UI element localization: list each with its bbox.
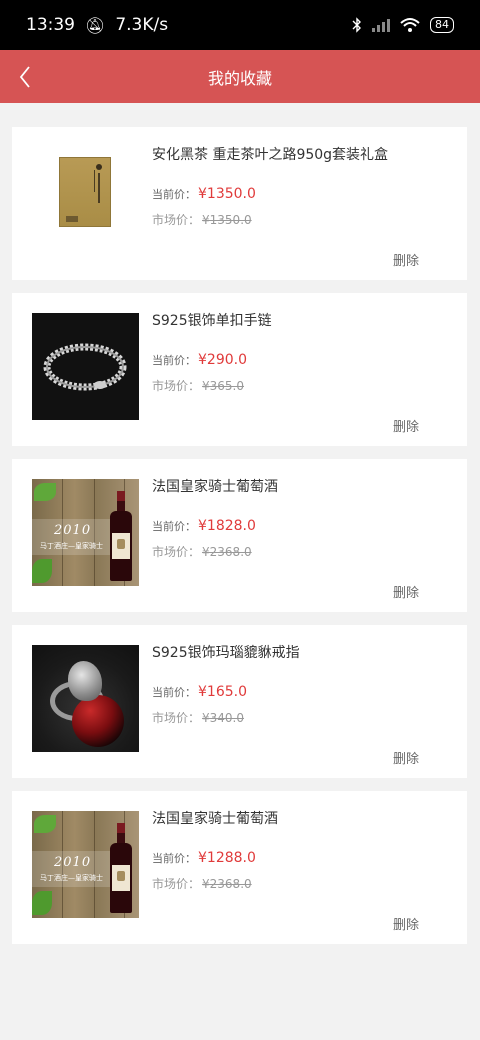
grape-leaf xyxy=(32,559,52,583)
delete-button[interactable]: 删除 xyxy=(393,914,419,933)
market-price-value: ¥2368.0 xyxy=(202,545,252,559)
chevron-left-icon xyxy=(19,65,30,88)
current-price-row: 当前价： ¥1828.0 xyxy=(152,518,256,534)
wine-bottle xyxy=(110,823,132,913)
product-image-ring[interactable] xyxy=(32,645,139,752)
grape-leaf xyxy=(34,815,56,833)
wifi-icon xyxy=(400,18,420,32)
product-image-wine[interactable]: 2010 马丁酒庄—皇家骑士 xyxy=(32,479,139,586)
wine-year-text: 2010 xyxy=(54,855,92,870)
delete-button[interactable]: 删除 xyxy=(393,748,419,767)
delete-button[interactable]: 删除 xyxy=(393,416,419,435)
favorite-item[interactable]: 安化黑茶 重走茶叶之路950g套装礼盒 当前价： ¥1350.0 市场价： ¥1… xyxy=(12,127,467,280)
current-price-value: ¥1350.0 xyxy=(198,186,256,202)
delete-button[interactable]: 删除 xyxy=(393,582,419,601)
back-button[interactable] xyxy=(10,60,40,93)
mute-bell-icon: 🔕︎ xyxy=(85,15,106,35)
favorite-item[interactable]: S925银饰玛瑙貔貅戒指 当前价： ¥165.0 市场价： ¥340.0 删除 xyxy=(12,625,467,778)
status-icons: 84 xyxy=(352,17,454,33)
bluetooth-icon xyxy=(352,17,361,33)
bottle-foil xyxy=(117,823,125,833)
market-price-label: 市场价： xyxy=(152,711,201,725)
battery-indicator: 84 xyxy=(430,17,454,33)
current-price-label: 当前价： xyxy=(152,686,196,699)
calligraphy-line xyxy=(94,170,95,192)
market-price-value: ¥2368.0 xyxy=(202,877,252,891)
wine-year-text: 2010 xyxy=(54,523,92,538)
wine-slogan-text: 马丁酒庄—皇家骑士 xyxy=(40,874,103,882)
market-price-value: ¥1350.0 xyxy=(202,213,252,227)
current-price-value: ¥165.0 xyxy=(198,684,247,700)
market-price-row: 市场价： ¥365.0 xyxy=(152,377,244,394)
market-price-value: ¥340.0 xyxy=(202,711,245,725)
signal-icon xyxy=(372,19,390,32)
delete-button[interactable]: 删除 xyxy=(393,250,419,269)
grape-leaf xyxy=(32,891,52,915)
market-price-label: 市场价： xyxy=(152,545,201,559)
page-title: 我的收藏 xyxy=(207,68,272,88)
seal-mark xyxy=(96,164,102,170)
box-label xyxy=(66,216,78,222)
market-price-row: 市场价： ¥2368.0 xyxy=(152,543,252,560)
favorite-item[interactable]: 2010 马丁酒庄—皇家骑士 法国皇家骑士葡萄酒 当前价： ¥1288.0 市场… xyxy=(12,791,467,944)
market-price-label: 市场价： xyxy=(152,379,201,393)
bottle-foil xyxy=(117,491,125,501)
wine-slogan-text: 马丁酒庄—皇家骑士 xyxy=(40,542,103,550)
current-price-value: ¥1828.0 xyxy=(198,518,256,534)
current-price-value: ¥290.0 xyxy=(198,352,247,368)
wine-bottle xyxy=(110,491,132,581)
current-price-label: 当前价： xyxy=(152,354,196,367)
market-price-row: 市场价： ¥2368.0 xyxy=(152,875,252,892)
current-price-row: 当前价： ¥1288.0 xyxy=(152,850,256,866)
current-price-row: 当前价： ¥165.0 xyxy=(152,684,247,700)
product-image-bracelet[interactable] xyxy=(32,313,139,420)
product-image-tea-box[interactable] xyxy=(32,147,139,254)
tea-box-graphic xyxy=(59,157,111,227)
nav-bar: 我的收藏 xyxy=(0,50,480,103)
current-price-value: ¥1288.0 xyxy=(198,850,256,866)
pixiu-figure xyxy=(68,661,102,701)
bottle-crest xyxy=(117,539,125,549)
product-name[interactable]: S925银饰单扣手链 xyxy=(152,310,272,330)
market-price-label: 市场价： xyxy=(152,877,201,891)
product-image-wine[interactable]: 2010 马丁酒庄—皇家骑士 xyxy=(32,811,139,918)
grape-leaf xyxy=(34,483,56,501)
calligraphy-line xyxy=(98,173,100,203)
bracelet-graphic xyxy=(43,343,127,391)
market-price-label: 市场价： xyxy=(152,213,201,227)
favorites-list: 安化黑茶 重走茶叶之路950g套装礼盒 当前价： ¥1350.0 市场价： ¥1… xyxy=(12,127,467,957)
current-price-label: 当前价： xyxy=(152,520,196,533)
agate-stone xyxy=(72,695,124,747)
status-bar: 13:39 🔕︎ 7.3K/s 84 xyxy=(0,0,480,50)
current-price-row: 当前价： ¥290.0 xyxy=(152,352,247,368)
market-price-row: 市场价： ¥340.0 xyxy=(152,709,244,726)
product-name[interactable]: S925银饰玛瑙貔貅戒指 xyxy=(152,642,300,662)
favorite-item[interactable]: S925银饰单扣手链 当前价： ¥290.0 市场价： ¥365.0 删除 xyxy=(12,293,467,446)
product-name[interactable]: 法国皇家骑士葡萄酒 xyxy=(152,808,278,828)
current-price-label: 当前价： xyxy=(152,852,196,865)
market-price-row: 市场价： ¥1350.0 xyxy=(152,211,252,228)
current-price-row: 当前价： ¥1350.0 xyxy=(152,186,256,202)
product-name[interactable]: 安化黑茶 重走茶叶之路950g套装礼盒 xyxy=(152,144,388,164)
favorite-item[interactable]: 2010 马丁酒庄—皇家骑士 法国皇家骑士葡萄酒 当前价： ¥1828.0 市场… xyxy=(12,459,467,612)
bottle-crest xyxy=(117,871,125,881)
current-price-label: 当前价： xyxy=(152,188,196,201)
market-price-value: ¥365.0 xyxy=(202,379,245,393)
product-name[interactable]: 法国皇家骑士葡萄酒 xyxy=(152,476,278,496)
status-time: 13:39 xyxy=(26,15,75,35)
network-speed: 7.3K/s xyxy=(115,15,169,35)
